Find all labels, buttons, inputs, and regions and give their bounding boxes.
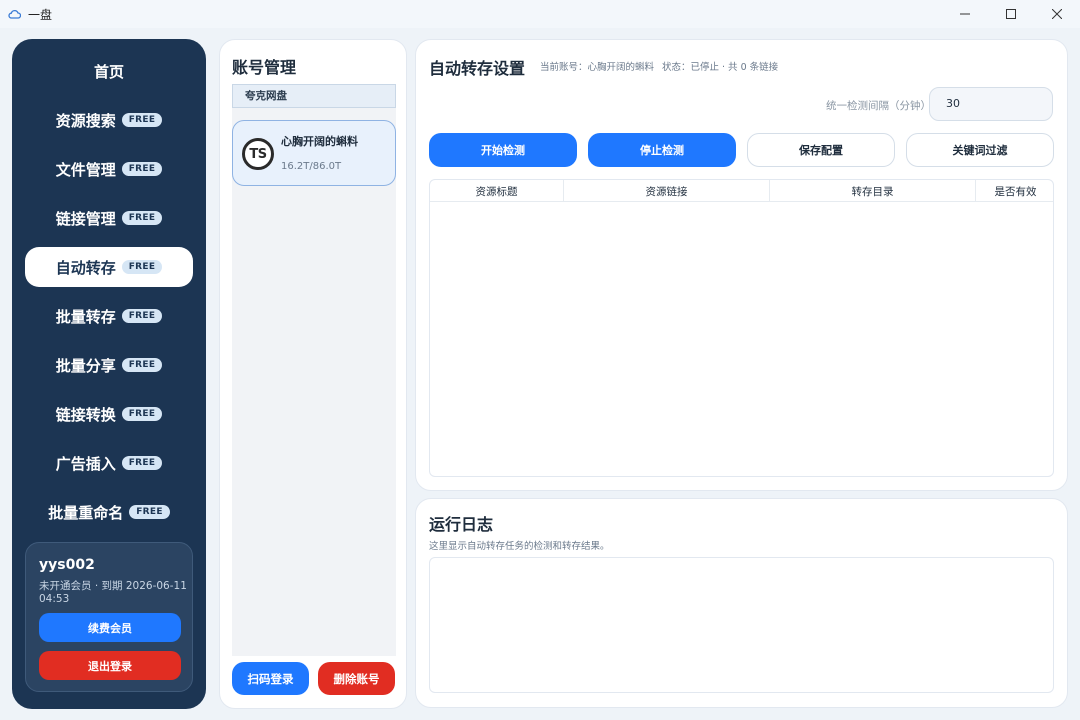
close-icon <box>1052 9 1062 19</box>
sidebar-item-label: 自动转存 <box>55 258 116 277</box>
account-panel-title: 账号管理 <box>232 58 297 77</box>
save-config-button[interactable]: 保存配置 <box>747 133 895 167</box>
free-badge: FREE <box>121 113 163 127</box>
sidebar-item-label: 广告插入 <box>55 454 116 473</box>
log-output[interactable] <box>429 557 1054 693</box>
log-title: 运行日志 <box>429 515 494 534</box>
membership-status: 未开通会员 · 到期 2026-06-11 04:53 <box>39 580 187 605</box>
user-name: yys002 <box>39 557 95 573</box>
free-badge: FREE <box>121 162 163 176</box>
tab-quark-drive[interactable]: 夸克网盘 <box>232 84 396 108</box>
account-name: 心胸开阔的蝌料 <box>281 135 358 148</box>
account-list: 夸克网盘 TS 心胸开阔的蝌料 16.2T/86.0T <box>232 84 396 656</box>
sidebar-item-link-management[interactable]: 链接管理 FREE <box>25 198 193 238</box>
start-check-button[interactable]: 开始检测 <box>429 133 577 167</box>
sidebar-item-batch-share[interactable]: 批量分享 FREE <box>25 345 193 385</box>
maximize-button[interactable] <box>988 0 1034 28</box>
sidebar-item-label: 文件管理 <box>55 160 116 179</box>
log-subtitle: 这里显示自动转存任务的检测和转存结果。 <box>429 541 610 552</box>
sidebar-item-link-convert[interactable]: 链接转换 FREE <box>25 394 193 434</box>
maximize-icon <box>1006 9 1016 19</box>
sidebar-item-label: 批量转存 <box>55 307 116 326</box>
sidebar-item-batch-transfer[interactable]: 批量转存 FREE <box>25 296 193 336</box>
sidebar-item-label: 链接管理 <box>55 209 116 228</box>
avatar: TS <box>242 138 274 170</box>
delete-account-button[interactable]: 删除账号 <box>318 662 395 695</box>
account-card[interactable]: TS 心胸开阔的蝌料 16.2T/86.0T <box>232 120 396 186</box>
free-badge: FREE <box>121 358 163 372</box>
sidebar: 首页 资源搜索 FREE 文件管理 FREE 链接管理 FREE 自动转存 FR… <box>12 39 206 709</box>
free-badge: FREE <box>121 456 163 470</box>
scan-login-button[interactable]: 扫码登录 <box>232 662 309 695</box>
logout-button[interactable]: 退出登录 <box>39 651 181 680</box>
stop-check-button[interactable]: 停止检测 <box>588 133 736 167</box>
account-quota: 16.2T/86.0T <box>281 161 342 172</box>
free-badge: FREE <box>129 505 170 519</box>
log-panel: 运行日志 这里显示自动转存任务的检测和转存结果。 <box>415 498 1068 708</box>
auto-transfer-panel: 自动转存设置 当前账号：心胸开阔的蝌料 状态：已停止 · 共 0 条链接 统一检… <box>415 39 1068 491</box>
column-header[interactable]: 资源链接 <box>564 180 770 202</box>
sidebar-item-ad-insert[interactable]: 广告插入 FREE <box>25 443 193 483</box>
window-title: 一盘 <box>28 7 53 22</box>
sidebar-item-resource-search[interactable]: 资源搜索 FREE <box>25 100 193 140</box>
sidebar-item-label: 批量分享 <box>55 356 116 375</box>
free-badge: FREE <box>121 309 163 323</box>
resource-table: 资源标题 资源链接 转存目录 是否有效 <box>429 179 1054 477</box>
table-header: 资源标题 资源链接 转存目录 是否有效 <box>430 180 1053 202</box>
sidebar-item-file-management[interactable]: 文件管理 FREE <box>25 149 193 189</box>
cloud-icon <box>8 7 22 21</box>
account-panel: 账号管理 夸克网盘 TS 心胸开阔的蝌料 16.2T/86.0T 扫码登录 删除… <box>219 39 407 709</box>
sidebar-item-label: 批量重命名 <box>48 503 124 522</box>
user-card: yys002 未开通会员 · 到期 2026-06-11 04:53 续费会员 … <box>25 542 193 692</box>
title-bar: 一盘 <box>0 0 1080 28</box>
interval-label: 统一检测间隔（分钟） <box>826 100 931 112</box>
sidebar-item-auto-transfer[interactable]: 自动转存 FREE <box>25 247 193 287</box>
renew-membership-button[interactable]: 续费会员 <box>39 613 181 642</box>
column-header[interactable]: 是否有效 <box>976 180 1055 202</box>
sidebar-item-label: 链接转换 <box>55 405 116 424</box>
keyword-filter-button[interactable]: 关键词过滤 <box>906 133 1054 167</box>
close-button[interactable] <box>1034 0 1080 28</box>
minimize-icon <box>960 13 970 15</box>
sidebar-item-batch-rename[interactable]: 批量重命名 FREE <box>25 492 193 532</box>
free-badge: FREE <box>121 407 163 421</box>
column-header[interactable]: 资源标题 <box>430 180 564 202</box>
column-header[interactable]: 转存目录 <box>770 180 976 202</box>
sidebar-item-home[interactable]: 首页 <box>25 51 193 91</box>
sidebar-item-label: 首页 <box>93 62 124 81</box>
minimize-button[interactable] <box>942 0 988 28</box>
current-account-text: 当前账号：心胸开阔的蝌料 <box>540 62 655 73</box>
free-badge: FREE <box>121 260 163 274</box>
status-text: 状态：已停止 · 共 0 条链接 <box>662 62 779 73</box>
page-title: 自动转存设置 <box>429 59 526 78</box>
sidebar-item-label: 资源搜索 <box>55 111 116 130</box>
free-badge: FREE <box>121 211 163 225</box>
interval-input[interactable]: 30 <box>929 87 1053 121</box>
